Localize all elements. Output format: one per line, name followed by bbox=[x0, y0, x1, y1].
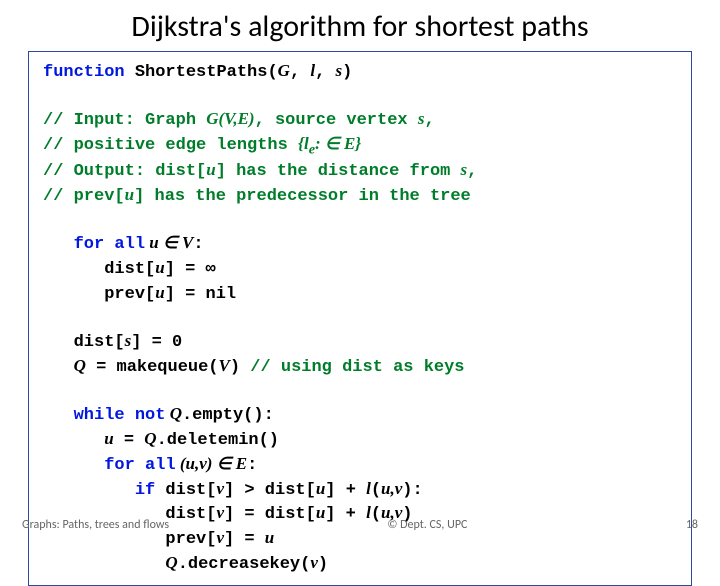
comment: , bbox=[467, 162, 477, 181]
var: u bbox=[316, 479, 325, 498]
function-name: ShortestPaths( bbox=[135, 63, 278, 82]
pseudocode-box: function ShortestPaths(G, l, s) // Input… bbox=[28, 51, 692, 586]
keyword: if bbox=[135, 481, 155, 500]
text: , bbox=[315, 63, 335, 82]
var: Q bbox=[74, 356, 86, 375]
text: .decreasekey( bbox=[178, 555, 311, 574]
comment: // prev[ bbox=[43, 187, 125, 206]
code-line: dist[u] = ∞ bbox=[43, 257, 677, 282]
comment-var: : ∈ E} bbox=[315, 134, 361, 153]
expr: (u,v) ∈ E bbox=[176, 454, 247, 473]
text: .deletemin() bbox=[157, 431, 279, 450]
text: prev[ bbox=[104, 285, 155, 304]
text: ] = ∞ bbox=[165, 260, 216, 279]
keyword: for all bbox=[74, 235, 145, 254]
text: ): bbox=[402, 481, 422, 500]
slide-footer: Graphs: Paths, trees and flows © Dept. C… bbox=[0, 518, 720, 532]
comment: , bbox=[424, 111, 434, 130]
var: Q bbox=[165, 553, 177, 572]
text: , bbox=[290, 63, 310, 82]
comment-var: {l bbox=[298, 134, 309, 153]
code-line: for all u ∈ V: bbox=[43, 232, 677, 257]
code-line: Q = makequeue(V) // using dist as keys bbox=[43, 355, 677, 380]
comment: // Output: dist[ bbox=[43, 162, 206, 181]
expr: u ∈ V bbox=[145, 233, 193, 252]
code-line: for all (u,v) ∈ E: bbox=[43, 453, 677, 478]
code-line: if dist[v] > dist[u] + l(u,v): bbox=[43, 478, 677, 503]
text: ) bbox=[342, 63, 352, 82]
var: Q bbox=[165, 404, 182, 423]
comment-line: // positive edge lengths {le: ∈ E} bbox=[43, 133, 677, 160]
var: V bbox=[219, 356, 230, 375]
comment: ] has the predecessor in the tree bbox=[134, 187, 471, 206]
var: u bbox=[155, 283, 164, 302]
code-line: u = Q.deletemin() bbox=[43, 428, 677, 453]
text: dist[ bbox=[155, 481, 216, 500]
text: .empty(): bbox=[182, 406, 274, 425]
blank-line bbox=[43, 85, 677, 108]
comment-var: G(V,E) bbox=[206, 109, 254, 128]
var: u bbox=[104, 429, 113, 448]
text: : bbox=[193, 235, 203, 254]
var: v bbox=[216, 479, 224, 498]
var: Q bbox=[144, 429, 156, 448]
code-line: dist[s] = 0 bbox=[43, 330, 677, 355]
keyword: function bbox=[43, 63, 125, 82]
footer-left: Graphs: Paths, trees and flows bbox=[22, 518, 169, 532]
footer-center: © Dept. CS, UPC bbox=[387, 518, 467, 532]
text: ] = nil bbox=[165, 285, 236, 304]
code-line: Q.decreasekey(v) bbox=[43, 552, 677, 577]
comment: , source vertex bbox=[255, 111, 418, 130]
comment: ] has the distance from bbox=[216, 162, 461, 181]
comment-var: u bbox=[206, 160, 215, 179]
page-number: 18 bbox=[686, 518, 698, 532]
text: dist[ bbox=[104, 260, 155, 279]
blank-line bbox=[43, 380, 677, 403]
comment: // Input: Graph bbox=[43, 111, 206, 130]
var: v bbox=[310, 553, 318, 572]
blank-line bbox=[43, 307, 677, 330]
text: dist[ bbox=[74, 333, 125, 352]
text: = bbox=[114, 431, 145, 450]
keyword: for all bbox=[104, 456, 175, 475]
text: ) bbox=[230, 358, 250, 377]
var: u,v bbox=[381, 479, 402, 498]
keyword: while not bbox=[74, 406, 166, 425]
text: ) bbox=[318, 555, 328, 574]
blank-line bbox=[43, 209, 677, 232]
slide-title: Dijkstra's algorithm for shortest paths bbox=[0, 0, 720, 51]
comment-var: u bbox=[125, 185, 134, 204]
comment: // using dist as keys bbox=[250, 358, 464, 377]
code-line: prev[u] = nil bbox=[43, 282, 677, 307]
comment-line: // prev[u] has the predecessor in the tr… bbox=[43, 184, 677, 209]
text: ] + bbox=[325, 481, 366, 500]
text: = makequeue( bbox=[86, 358, 219, 377]
code-line: while not Q.empty(): bbox=[43, 403, 677, 428]
text: ] > dist[ bbox=[224, 481, 316, 500]
text: ] = 0 bbox=[131, 333, 182, 352]
comment-line: // Input: Graph G(V,E), source vertex s, bbox=[43, 108, 677, 133]
comment-line: // Output: dist[u] has the distance from… bbox=[43, 159, 677, 184]
var: u bbox=[155, 258, 164, 277]
text: : bbox=[247, 456, 257, 475]
arg: G bbox=[278, 61, 290, 80]
code-line: function ShortestPaths(G, l, s) bbox=[43, 60, 677, 85]
text: ( bbox=[371, 481, 381, 500]
comment: // positive edge lengths bbox=[43, 136, 298, 155]
